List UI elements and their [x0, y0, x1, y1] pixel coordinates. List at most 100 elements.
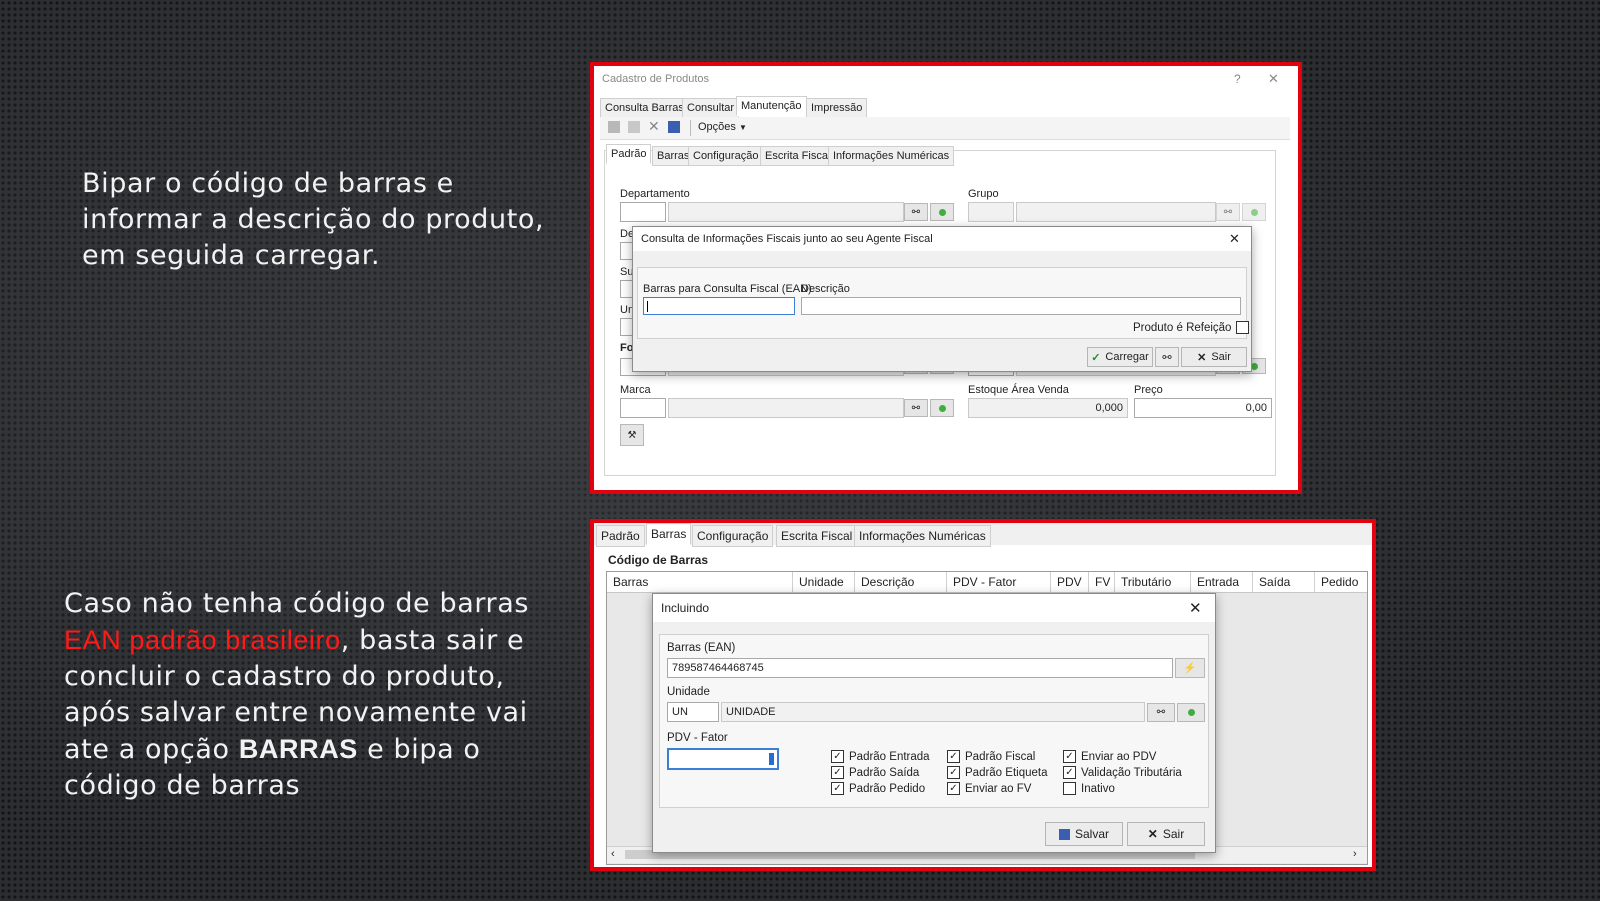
binoculars-icon: ⚯	[1162, 351, 1172, 364]
col-pdv[interactable]: PDV	[1051, 572, 1089, 592]
estoque-value: 0,000	[1095, 402, 1123, 414]
ean-generate-button[interactable]: ⚡	[1175, 658, 1205, 678]
tab-configuracao[interactable]: Configuração	[692, 525, 774, 547]
sair-label: Sair	[1211, 351, 1231, 363]
fiscal-lookup-dialog: Consulta de Informações Fiscais junto ao…	[632, 226, 1252, 372]
marca-search-button[interactable]: ⚯	[904, 399, 928, 417]
carregar-button[interactable]: ✓ Carregar	[1087, 347, 1153, 367]
grupo-add-button[interactable]	[1242, 203, 1266, 221]
col-tributario[interactable]: Tributário	[1115, 572, 1191, 592]
ean-input[interactable]	[643, 297, 795, 315]
tab-consulta-barras[interactable]: Consulta Barras	[600, 98, 689, 118]
salvar-button[interactable]: Salvar	[1045, 822, 1123, 846]
tab-impressao[interactable]: Impressão	[806, 98, 868, 118]
checkbox-validacao-tributaria[interactable]: ✓ Validação Tributária	[1063, 766, 1182, 779]
unidade-label: Unidade	[667, 686, 710, 698]
tab-info-numericas[interactable]: Informações Numéricas	[854, 525, 991, 547]
unidade-code: UN	[672, 706, 688, 718]
checkbox-inativo[interactable]: Inativo	[1063, 782, 1115, 795]
departamento-search-button[interactable]: ⚯	[904, 203, 928, 221]
scroll-right-icon[interactable]: ›	[1353, 848, 1357, 860]
col-pdv-fator[interactable]: PDV - Fator	[947, 572, 1051, 592]
checkbox-box	[1063, 782, 1076, 795]
options-menu[interactable]: Opções ▼	[698, 121, 747, 133]
dialog-close-button[interactable]: ✕	[1189, 599, 1202, 617]
salvar-label: Salvar	[1074, 827, 1109, 841]
checkbox-padrao-etiqueta[interactable]: ✓ Padrão Etiqueta	[947, 766, 1047, 779]
col-pedido[interactable]: Pedido	[1315, 572, 1367, 592]
tab-consultar[interactable]: Consultar	[682, 98, 740, 118]
unidade-code-input[interactable]: UN	[667, 702, 719, 722]
checkbox-box	[1236, 321, 1250, 334]
marca-add-button[interactable]	[930, 399, 954, 417]
note-highlight-red: EAN padrão brasileiro	[64, 625, 341, 655]
checkbox-label: Validação Tributária	[1081, 766, 1182, 779]
checkbox-padrao-pedido[interactable]: ✓ Padrão Pedido	[831, 782, 925, 795]
close-button[interactable]: ✕	[1268, 71, 1279, 87]
preco-input[interactable]: 0,00	[1134, 398, 1272, 418]
scroll-left-icon[interactable]: ‹	[611, 848, 615, 860]
tab-escrita-fiscal[interactable]: Escrita Fiscal	[776, 525, 858, 547]
checkbox-enviar-ao-fv[interactable]: ✓ Enviar ao FV	[947, 782, 1031, 795]
checkbox-label: Padrão Fiscal	[965, 750, 1036, 763]
help-button[interactable]: ?	[1234, 72, 1241, 86]
checkbox-padrao-fiscal[interactable]: ✓ Padrão Fiscal	[947, 750, 1035, 763]
add-icon	[1250, 208, 1258, 216]
col-saida[interactable]: Saída	[1253, 572, 1315, 592]
preco-value: 0,00	[1245, 402, 1267, 414]
fator-input[interactable]	[667, 748, 779, 770]
tools-button[interactable]: ⚒	[620, 424, 644, 446]
checkbox-box: ✓	[1063, 766, 1076, 779]
subtab-info-numericas[interactable]: Informações Numéricas	[828, 146, 955, 166]
text-cursor	[647, 301, 648, 312]
unidade-add-button[interactable]	[1177, 703, 1205, 722]
departamento-add-button[interactable]	[930, 203, 954, 221]
subtab-escrita-fiscal[interactable]: Escrita Fiscal	[760, 146, 836, 166]
col-entrada[interactable]: Entrada	[1191, 572, 1253, 592]
tab-padrao[interactable]: Padrão	[596, 525, 645, 547]
tab-manutencao[interactable]: Manutenção	[736, 96, 807, 116]
new-icon[interactable]	[608, 121, 620, 133]
delete-icon[interactable]: ✕	[648, 118, 660, 135]
checkbox-padrao-saida[interactable]: ✓ Padrão Saída	[831, 766, 919, 779]
descricao-input[interactable]	[801, 297, 1241, 315]
add-icon	[938, 208, 946, 216]
col-descricao[interactable]: Descrição	[855, 572, 947, 592]
unidade-desc: UNIDADE	[726, 706, 776, 718]
dialog-close-button[interactable]: ✕	[1229, 231, 1240, 247]
section-title: Código de Barras	[608, 553, 709, 567]
binoculars-icon: ⚯	[911, 206, 921, 218]
grupo-search-button[interactable]: ⚯	[1216, 203, 1240, 221]
departamento-code-input[interactable]	[620, 202, 666, 222]
fator-label: PDV - Fator	[667, 732, 728, 744]
title-bar: Cadastro de Produtos ? ✕	[594, 66, 1298, 94]
save-icon[interactable]	[668, 121, 680, 133]
col-barras[interactable]: Barras	[607, 572, 793, 592]
refeicao-checkbox[interactable]: Produto é Refeição	[1133, 321, 1250, 334]
col-fv[interactable]: FV	[1089, 572, 1115, 592]
sair-button[interactable]: ✕ Sair	[1181, 347, 1247, 367]
sair-button[interactable]: ✕ Sair	[1127, 822, 1205, 846]
grupo-code-input[interactable]	[968, 202, 1014, 222]
options-label: Opções	[698, 121, 736, 133]
ean-input[interactable]: 789587464468745	[667, 658, 1173, 678]
tab-barras[interactable]: Barras	[646, 523, 692, 545]
ean-label: Barras para Consulta Fiscal (EAN)	[643, 283, 812, 295]
checkbox-enviar-ao-pdv[interactable]: ✓ Enviar ao PDV	[1063, 750, 1156, 763]
checkbox-label: Enviar ao PDV	[1081, 750, 1157, 763]
departamento-label: Departamento	[620, 188, 690, 200]
carregar-label: Carregar	[1105, 351, 1149, 363]
dialog-title: Incluindo	[661, 601, 710, 615]
search-button[interactable]: ⚯	[1155, 347, 1179, 367]
x-icon: ✕	[1147, 827, 1158, 841]
checkbox-padrao-entrada[interactable]: ✓ Padrão Entrada	[831, 750, 930, 763]
binoculars-icon: ⚯	[911, 402, 921, 414]
unidade-search-button[interactable]: ⚯	[1147, 703, 1175, 722]
marca-code-input[interactable]	[620, 398, 666, 418]
grupo-label: Grupo	[968, 188, 999, 200]
edit-icon[interactable]	[628, 121, 640, 133]
subtab-padrao[interactable]: Padrão	[606, 144, 652, 164]
col-unidade[interactable]: Unidade	[793, 572, 855, 592]
toolbar-divider	[690, 120, 691, 136]
subtab-configuracao[interactable]: Configuração	[688, 146, 764, 166]
